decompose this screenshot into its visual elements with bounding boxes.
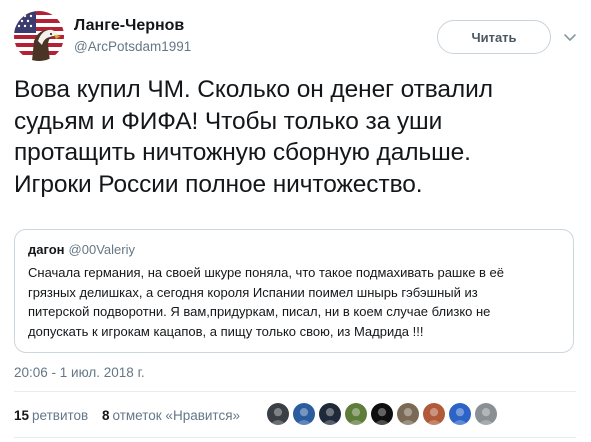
tweet-timestamp[interactable]: 20:06 - 1 июл. 2018 г. (14, 365, 145, 380)
liker-avatar-3-icon[interactable] (318, 402, 342, 426)
liker-avatar-8-icon[interactable] (448, 402, 472, 426)
quoted-author-handle: @00Valeriy (68, 242, 135, 257)
tweet-stats: 15 ретвитов 8 отметок «Нравится» (14, 408, 240, 423)
quoted-text-line: Сначала германия, на своей шкуре поняла,… (28, 265, 505, 280)
quoted-tweet-header: дагон @00Valeriy (28, 242, 135, 257)
liker-avatar-2-icon[interactable] (292, 402, 316, 426)
flag-eagle-avatar-icon[interactable] (14, 11, 64, 61)
liker-avatar-9-icon[interactable] (474, 402, 498, 426)
likes-count: 8 (101, 408, 110, 423)
liker-avatar-6-icon[interactable] (396, 402, 420, 426)
tweet-header: Ланге-Чернов @ArcPotsdam1991 Читать (14, 11, 579, 63)
divider (14, 391, 576, 392)
author-names: Ланге-Чернов @ArcPotsdam1991 (74, 16, 191, 56)
quoted-tweet-text: Сначала германия, на своей шкуре поняла,… (28, 263, 563, 341)
likes-label: отметок «Нравится» (112, 408, 241, 423)
divider (14, 437, 576, 438)
liker-avatar-1-icon[interactable] (266, 402, 290, 426)
author-display-name[interactable]: Ланге-Чернов (74, 16, 191, 36)
follow-button[interactable]: Читать (437, 20, 551, 54)
liker-avatar-5-icon[interactable] (370, 402, 394, 426)
retweets-count: 15 (14, 408, 30, 423)
liker-avatar-7-icon[interactable] (422, 402, 446, 426)
retweets-stat[interactable]: 15 ретвитов (14, 408, 88, 423)
tweet-text-line: судьям и ФИФА! Чтобы только за уши (14, 107, 443, 135)
likes-stat[interactable]: 8 отметок «Нравится» (102, 408, 240, 423)
tweet-text: Вова купил ЧМ. Сколько он денег отвалил … (14, 74, 574, 200)
quoted-text-line: допускать к игрокам кацапов, а пищу толь… (28, 323, 424, 339)
quoted-tweet[interactable]: дагон @00Valeriy Сначала германия, на сво… (14, 229, 574, 353)
author-handle[interactable]: @ArcPotsdam1991 (74, 38, 191, 56)
tweet-text-line: протащить ничтожную сборную дальше. (14, 139, 471, 166)
quoted-text-line: грязных делишках, а сегодня короля Испан… (28, 284, 478, 300)
liker-avatar-4-icon[interactable] (344, 402, 368, 426)
quoted-text-line: питерской подворотни. Я вам,придуркам, п… (28, 304, 491, 319)
chevron-down-icon[interactable] (561, 28, 579, 46)
retweets-label: ретвитов (32, 408, 89, 423)
tweet-text-line: Игроки России полное ничтожество. (14, 170, 423, 198)
tweet-text-line: Вова купил ЧМ. Сколько он денег отвалил (14, 76, 493, 103)
quoted-author-name: дагон (28, 242, 65, 257)
